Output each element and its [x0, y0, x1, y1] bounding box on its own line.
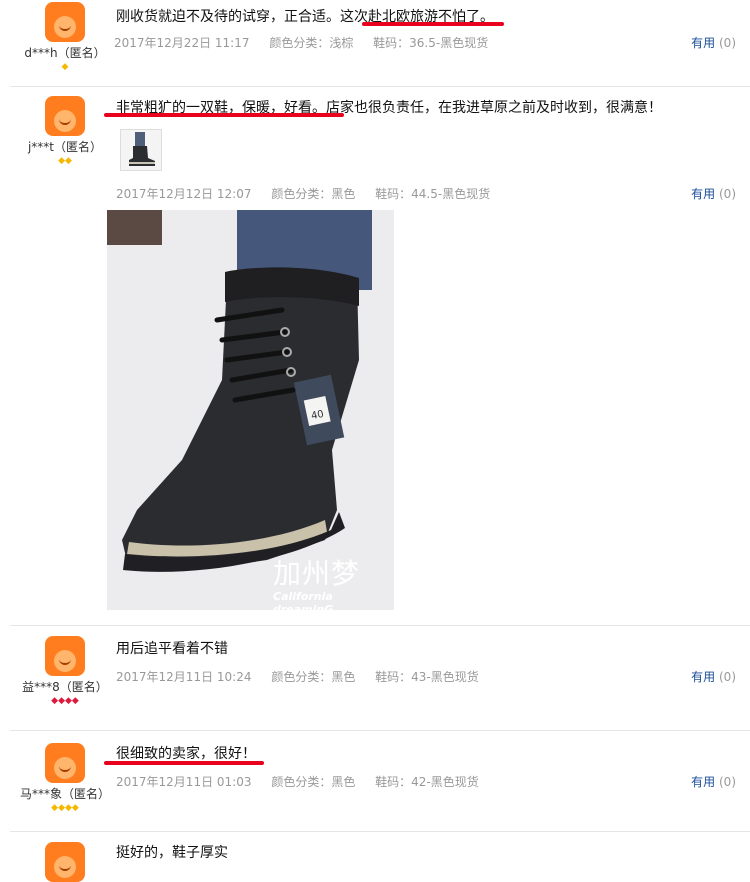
photo-caption: California dreaminG	[273, 590, 334, 610]
review-color: 颜色分类：黑色	[271, 187, 356, 201]
review-item: 挺好的，鞋子厚实	[10, 832, 750, 882]
useful-button[interactable]: 有用 (0)	[691, 668, 736, 685]
review-photo[interactable]: 40 加州梦 California dreaminG	[107, 210, 394, 610]
photo-watermark: 加州梦	[273, 557, 361, 590]
avatar[interactable]	[45, 636, 85, 676]
avatar[interactable]	[45, 842, 85, 882]
avatar[interactable]	[45, 2, 85, 42]
useful-button[interactable]: 有用 (0)	[691, 773, 736, 790]
reviewer-name: d***h（匿名）	[24, 46, 106, 60]
useful-button[interactable]: 有用 (0)	[691, 34, 736, 51]
boot-photo-icon: 40	[107, 210, 394, 610]
avatar[interactable]	[45, 743, 85, 783]
boot-thumbnail-icon	[129, 132, 155, 166]
photo-thumbnail[interactable]	[120, 129, 162, 171]
useful-button[interactable]: 有用 (0)	[691, 185, 736, 202]
level-badge-icon: ◆	[61, 62, 69, 72]
useful-count: (0)	[719, 187, 736, 201]
review-date: 2017年12月12日 12:07	[116, 187, 252, 201]
reviewer-info: 益***8（匿名） ◆◆◆◆	[10, 636, 120, 706]
review-date: 2017年12月11日 10:24	[116, 670, 252, 684]
review-size: 鞋码：43-黑色现货	[375, 670, 479, 684]
review-text: 用后追平看着不错	[116, 641, 228, 657]
review-item: d***h（匿名） ◆ 刚收货就迫不及待的试穿，正合适。这次赴北欧旅游不怕了。 …	[10, 0, 750, 87]
highlight-underline	[362, 22, 504, 26]
useful-label: 有用	[691, 187, 716, 201]
review-color: 颜色分类：浅棕	[269, 36, 354, 50]
reviewer-info	[10, 842, 120, 882]
review-date: 2017年12月22日 11:17	[114, 36, 250, 50]
avatar[interactable]	[45, 96, 85, 136]
level-badge-icon: ◆◆	[58, 156, 72, 166]
reviewer-name: 马***象（匿名）	[19, 787, 110, 801]
review-size: 鞋码：42-黑色现货	[375, 775, 479, 789]
reviewer-name: 益***8（匿名）	[22, 680, 108, 694]
review-item: 益***8（匿名） ◆◆◆◆ 用后追平看着不错 2017年12月11日 10:2…	[10, 626, 750, 731]
review-size: 鞋码：44.5-黑色现货	[375, 187, 491, 201]
useful-label: 有用	[691, 670, 716, 684]
review-color: 颜色分类：黑色	[271, 670, 356, 684]
level-badge-icon: ◆◆◆◆	[51, 696, 79, 706]
review-item: 马***象（匿名） ◆◆◆◆ 很细致的卖家，很好！ 2017年12月11日 01…	[10, 731, 750, 832]
useful-label: 有用	[691, 775, 716, 789]
review-color: 颜色分类：黑色	[271, 775, 356, 789]
useful-count: (0)	[719, 670, 736, 684]
reviewer-info: 马***象（匿名） ◆◆◆◆	[10, 743, 120, 813]
reviewer-name: j***t（匿名）	[27, 140, 103, 154]
review-text: 很细致的卖家，很好！	[116, 746, 256, 762]
review-text: 挺好的，鞋子厚实	[116, 845, 228, 861]
level-badge-icon: ◆◆◆◆	[51, 803, 79, 813]
useful-count: (0)	[719, 36, 736, 50]
review-size: 鞋码：36.5-黑色现货	[373, 36, 489, 50]
useful-count: (0)	[719, 775, 736, 789]
useful-label: 有用	[691, 36, 716, 50]
highlight-underline	[104, 113, 344, 117]
reviewer-info: j***t（匿名） ◆◆	[10, 96, 120, 166]
reviewer-info: d***h（匿名） ◆	[10, 2, 120, 72]
review-date: 2017年12月11日 01:03	[116, 775, 252, 789]
highlight-underline	[104, 761, 264, 765]
